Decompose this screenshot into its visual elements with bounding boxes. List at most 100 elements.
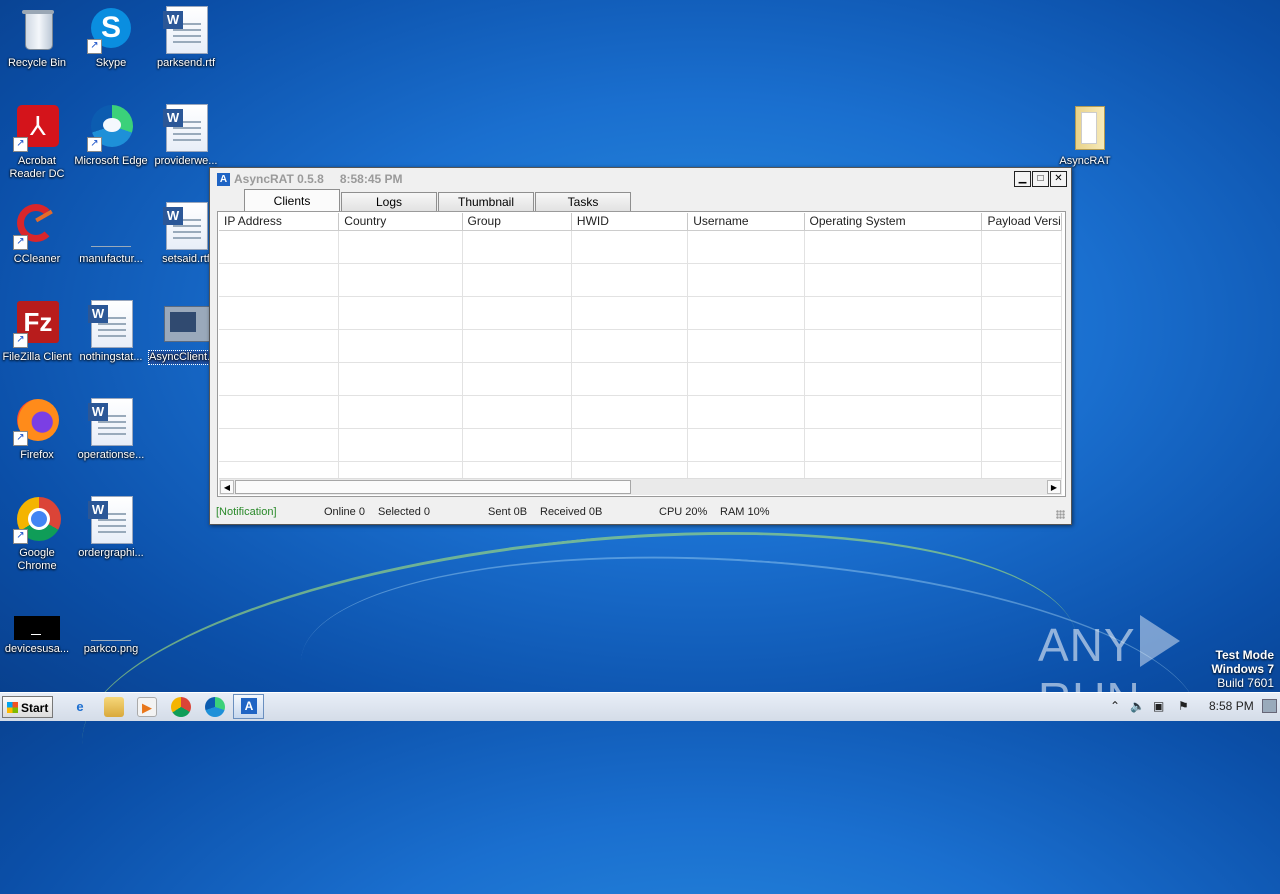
status-cpu: CPU 20%	[659, 506, 708, 518]
desktop-icon-parkco-png[interactable]: parkco.png	[74, 610, 148, 656]
desktop-icon-label: Acrobat Reader DC	[9, 155, 65, 180]
windows-logo-icon	[7, 702, 18, 713]
desktop-icon-label: Google Chrome	[17, 547, 57, 572]
desktop-icon-devicesusa[interactable]: devicesusa...	[0, 610, 74, 656]
acrobat-icon: ⅄ ↗	[13, 104, 61, 152]
status-sent: Sent 0B	[488, 506, 528, 518]
word-document-icon: W	[162, 6, 210, 54]
file-explorer-icon[interactable]	[104, 697, 124, 717]
show-desktop-icon[interactable]	[1262, 699, 1277, 713]
desktop-icon-microsoft-edge[interactable]: ↗ Microsoft Edge	[74, 104, 148, 168]
minimize-button[interactable]: ▁	[1014, 171, 1031, 187]
desktop-icon-operationse[interactable]: W operationse...	[74, 398, 148, 462]
desktop-icon-google-chrome[interactable]: ↗ Google Chrome	[0, 496, 74, 573]
table-row	[219, 363, 1062, 396]
column-header-operating-system[interactable]: Operating System	[805, 213, 983, 230]
shortcut-arrow-icon: ↗	[87, 137, 102, 152]
desktop-icon-parksend-rtf[interactable]: W parksend.rtf	[149, 6, 223, 70]
word-document-icon: W	[162, 202, 210, 250]
window-titlebar[interactable]: A AsyncRAT 0.5.8 8:58:45 PM ▁ □ ✕	[210, 168, 1071, 190]
status-notification[interactable]: [Notification]	[216, 502, 277, 522]
desktop-icon-asyncrat-folder[interactable]: AsyncRAT	[1048, 104, 1122, 168]
asyncrat-app-icon: A	[217, 172, 230, 186]
word-document-icon: W	[162, 104, 210, 152]
shortcut-arrow-icon: ↗	[13, 333, 28, 348]
internet-explorer-icon[interactable]: e	[70, 697, 90, 717]
desktop-icon-recycle-bin[interactable]: Recycle Bin	[0, 6, 74, 70]
desktop-icon-label: parksend.rtf	[156, 57, 216, 69]
column-header-country[interactable]: Country	[339, 213, 463, 230]
column-header-hwid[interactable]: HWID	[572, 213, 689, 230]
asyncrat-taskbar-icon: A	[241, 698, 257, 714]
show-hidden-icons-icon[interactable]: ⌃	[1110, 699, 1120, 713]
test-mode-line3: Build 7601	[1217, 676, 1274, 690]
action-center-flag-icon[interactable]: ⚑	[1178, 699, 1189, 713]
desktop-icon-providerwe[interactable]: W providerwe...	[149, 104, 223, 168]
test-mode-line2: Windows 7	[1211, 662, 1274, 676]
desktop-icon-ccleaner[interactable]: ↗ CCleaner	[0, 202, 74, 266]
image-file-icon	[87, 610, 135, 641]
desktop-icon-manufactur[interactable]: manufactur...	[74, 202, 148, 266]
desktop-icon-ordergraphi[interactable]: W ordergraphi...	[74, 496, 148, 560]
desktop-icon-label: Firefox	[20, 449, 54, 461]
window-title: AsyncRAT 0.5.8	[234, 172, 324, 186]
start-button[interactable]: Start	[2, 696, 53, 718]
scroll-left-icon[interactable]: ◀	[220, 480, 234, 494]
desktop-icon-firefox[interactable]: ↗ Firefox	[0, 398, 74, 462]
horizontal-scrollbar[interactable]: ◀ ▶	[219, 478, 1062, 495]
word-document-icon: W	[87, 300, 135, 348]
resize-grip-icon[interactable]	[1056, 510, 1065, 519]
test-mode-notice: Test Mode Windows 7 Build 7601	[1211, 648, 1274, 690]
status-bar: [Notification] Online 0 Selected 0 Sent …	[210, 502, 1069, 522]
desktop-icon-label: manufactur...	[79, 253, 143, 265]
taskbar: Start e ▶ A ⌃ 🔈 ▣ ⚑ 8:58 PM	[0, 692, 1280, 721]
clients-panel: IP Address Country Group HWID Username O…	[217, 211, 1066, 497]
table-row	[219, 297, 1062, 330]
volume-icon[interactable]: 🔈	[1130, 699, 1145, 713]
asyncrat-taskbar-button[interactable]: A	[233, 694, 264, 719]
desktop-icon-filezilla[interactable]: Fz ↗ FileZilla Client	[0, 300, 74, 364]
maximize-button[interactable]: □	[1032, 171, 1049, 187]
network-icon[interactable]: ▣	[1153, 699, 1164, 713]
tab-logs[interactable]: Logs	[341, 192, 437, 211]
status-selected: Selected 0	[378, 506, 430, 518]
column-header-ip-address[interactable]: IP Address	[219, 213, 340, 230]
clients-table[interactable]: IP Address Country Group HWID Username O…	[219, 213, 1062, 478]
table-body	[219, 231, 1062, 478]
skype-icon: S ↗	[87, 6, 135, 54]
edge-taskbar-icon[interactable]	[205, 697, 225, 717]
column-header-payload-version[interactable]: Payload Versio	[982, 213, 1062, 230]
recycle-bin-icon	[13, 6, 61, 54]
column-header-group[interactable]: Group	[463, 213, 572, 230]
shortcut-arrow-icon: ↗	[13, 137, 28, 152]
executable-icon	[162, 300, 210, 348]
table-row	[219, 462, 1062, 478]
tab-tasks[interactable]: Tasks	[535, 192, 631, 211]
desktop-icon-label: Recycle Bin	[7, 57, 67, 69]
desktop-icon-label: ordergraphi...	[78, 547, 144, 559]
desktop-icon-label: CCleaner	[13, 253, 61, 265]
scrollbar-thumb[interactable]	[235, 480, 631, 494]
media-player-icon[interactable]: ▶	[137, 697, 157, 717]
scroll-right-icon[interactable]: ▶	[1047, 480, 1061, 494]
desktop-icon-label: parkco.png	[83, 643, 139, 655]
chrome-taskbar-icon[interactable]	[171, 697, 191, 717]
desktop-icon-skype[interactable]: S ↗ Skype	[74, 6, 148, 70]
column-header-username[interactable]: Username	[688, 213, 805, 230]
table-row	[219, 330, 1062, 363]
tab-thumbnail[interactable]: Thumbnail	[438, 192, 534, 211]
ccleaner-icon: ↗	[13, 202, 61, 250]
tab-clients[interactable]: Clients	[244, 189, 340, 211]
desktop-icon-nothingstat[interactable]: W nothingstat...	[74, 300, 148, 364]
close-button[interactable]: ✕	[1050, 171, 1067, 187]
image-file-icon	[87, 202, 135, 250]
asyncrat-window: A AsyncRAT 0.5.8 8:58:45 PM ▁ □ ✕ Client…	[209, 167, 1072, 525]
test-mode-line1: Test Mode	[1215, 648, 1274, 662]
table-header: IP Address Country Group HWID Username O…	[219, 213, 1062, 231]
desktop-icon-acrobat-reader[interactable]: ⅄ ↗ Acrobat Reader DC	[0, 104, 74, 181]
taskbar-clock[interactable]: 8:58 PM	[1209, 699, 1254, 713]
shortcut-arrow-icon: ↗	[13, 529, 28, 544]
table-row	[219, 231, 1062, 264]
folder-icon	[1061, 104, 1109, 152]
desktop-icon-label: devicesusa...	[4, 643, 70, 655]
